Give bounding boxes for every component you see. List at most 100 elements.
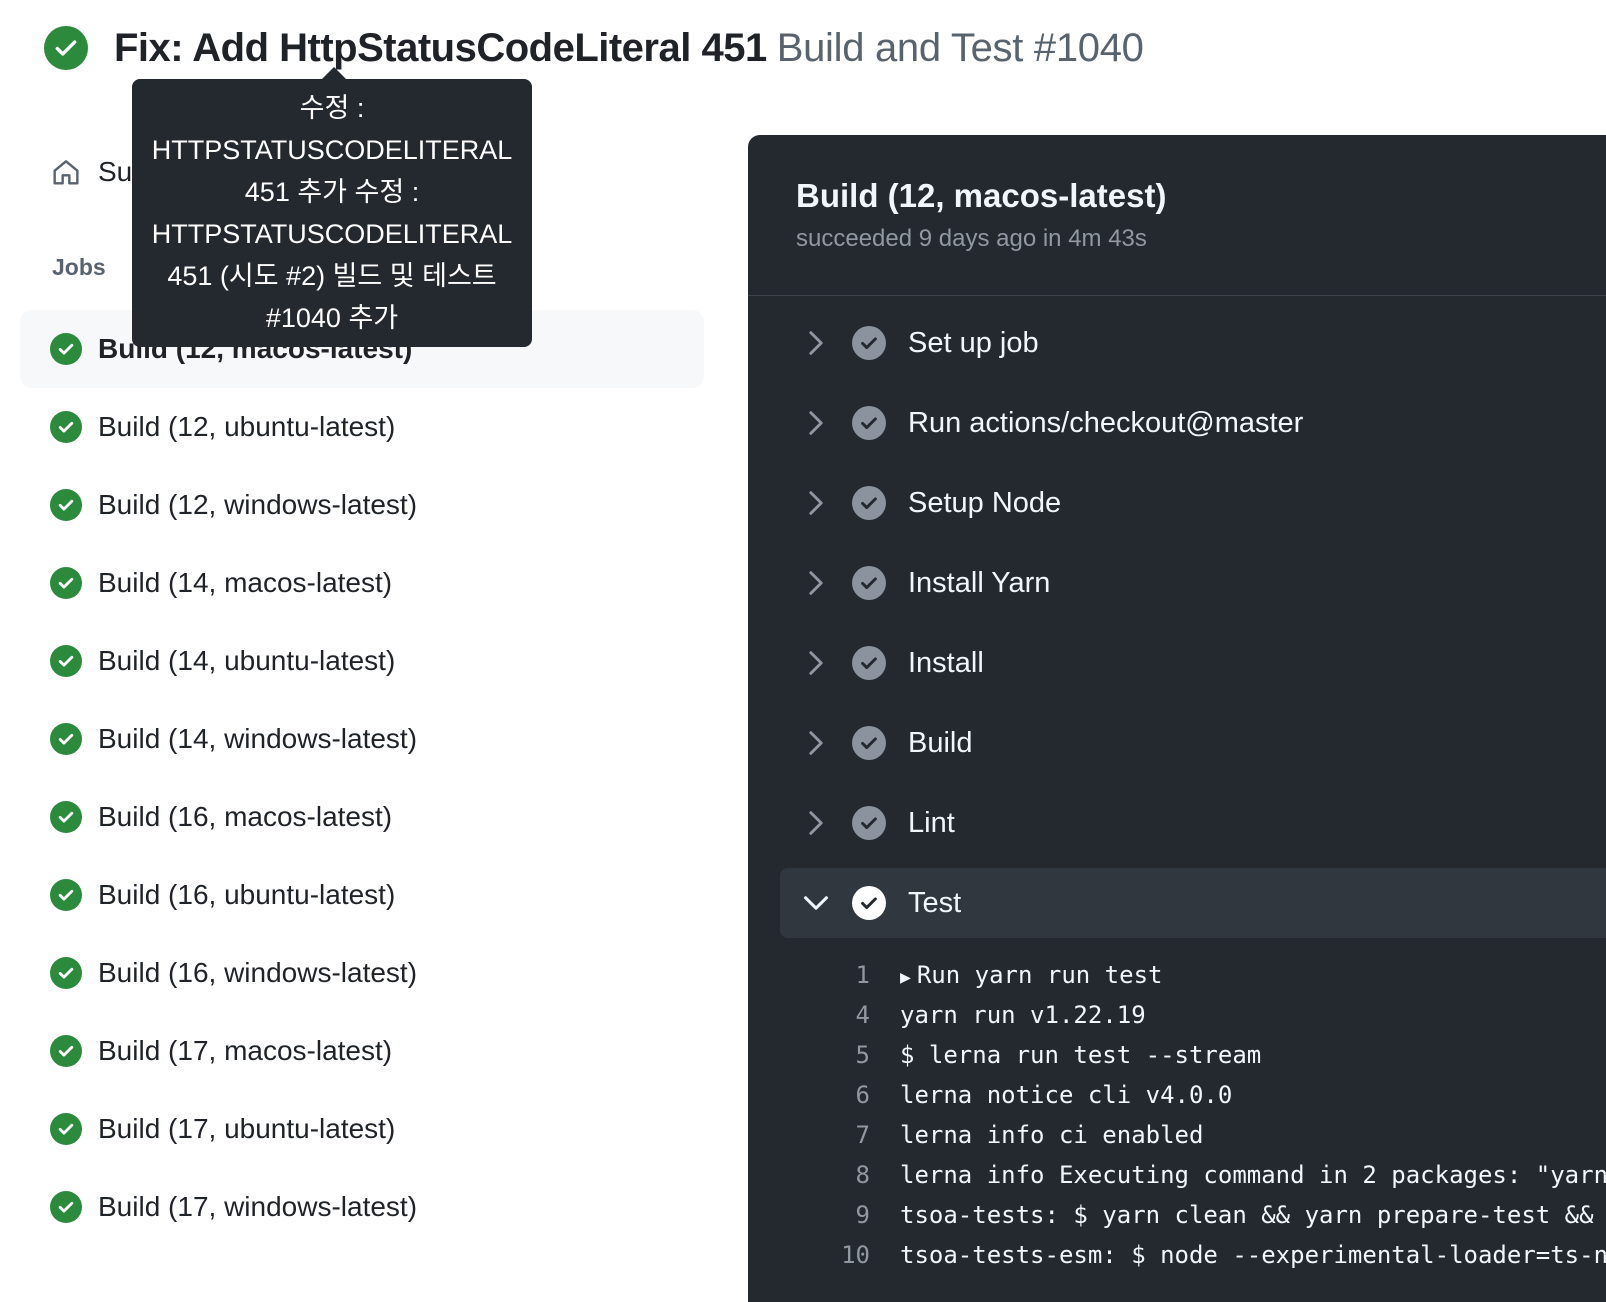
success-check-icon (50, 489, 82, 521)
chevron-down-icon (800, 894, 832, 912)
log-line-number[interactable]: 10 (808, 1241, 870, 1269)
log-line-number[interactable]: 7 (808, 1121, 870, 1149)
log-line: 7 lerna info ci enabled (808, 1115, 1606, 1155)
log-line-number[interactable]: 4 (808, 1001, 870, 1029)
step-list: Set up job Run actions/checkout@master S… (780, 308, 1606, 948)
chevron-right-icon (800, 650, 832, 676)
chevron-right-icon (800, 490, 832, 516)
log-text: lerna info ci enabled (900, 1121, 1204, 1149)
log-line: 6 lerna notice cli v4.0.0 (808, 1075, 1606, 1115)
job-detail-header: Build (12, macos-latest) succeeded 9 day… (748, 135, 1606, 296)
home-icon (53, 160, 79, 185)
job-detail-panel: Build (12, macos-latest) succeeded 9 day… (748, 135, 1606, 1302)
log-line: 10 tsoa-tests-esm: $ node --experimental… (808, 1235, 1606, 1275)
success-check-icon (50, 411, 82, 443)
step-row[interactable]: Run actions/checkout@master (780, 388, 1606, 458)
tooltip-line: HTTPSTATUSCODELITERAL (151, 219, 513, 249)
job-label: Build (14, windows-latest) (98, 723, 418, 754)
log-text: yarn run v1.22.19 (900, 1001, 1146, 1029)
step-success-icon (852, 326, 886, 360)
job-label: Build (12, windows-latest) (98, 489, 418, 520)
tooltip-line: 451 추가 수정 : (244, 177, 420, 207)
step-row[interactable]: Setup Node (780, 468, 1606, 538)
log-line-number[interactable]: 1 (808, 961, 870, 989)
job-label: Build (17, ubuntu-latest) (98, 1113, 396, 1144)
job-title: Build (12, macos-latest) (796, 177, 1167, 214)
success-check-icon (50, 957, 82, 989)
step-row[interactable]: Install (780, 628, 1606, 698)
log-line-number[interactable]: 9 (808, 1201, 870, 1229)
job-status-text: succeeded 9 days ago in 4m 43s (796, 225, 1147, 252)
job-label: Build (14, ubuntu-latest) (98, 645, 396, 676)
success-check-icon (50, 1035, 82, 1067)
log-line: 4 yarn run v1.22.19 (808, 995, 1606, 1035)
tooltip-line: HTTPSTATUSCODELITERAL (151, 135, 513, 165)
job-item[interactable]: Build (17, macos-latest) (20, 1012, 704, 1090)
run-title: Fix: Add HttpStatusCodeLiteral 451 (114, 25, 767, 70)
job-item[interactable]: Build (14, ubuntu-latest) (20, 622, 704, 700)
step-success-icon (852, 726, 886, 760)
step-row[interactable]: Lint (780, 788, 1606, 858)
log-line-number[interactable]: 6 (808, 1081, 870, 1109)
step-label: Run actions/checkout@master (908, 406, 1304, 439)
job-item[interactable]: Build (12, windows-latest) (20, 466, 704, 544)
success-check-icon (50, 723, 82, 755)
tooltip-line: #1040 추가 (265, 303, 399, 333)
tooltip-line: 수정 : (299, 93, 365, 123)
success-check-icon (44, 26, 88, 70)
log-line: 8 lerna info Executing command in 2 pack… (808, 1155, 1606, 1195)
job-item[interactable]: Build (12, ubuntu-latest) (20, 388, 704, 466)
step-label: Test (908, 886, 962, 919)
log-text: tsoa-tests: $ yarn clean && yarn prepare… (900, 1201, 1606, 1229)
job-label: Build (17, macos-latest) (98, 1035, 393, 1066)
chevron-right-icon (800, 810, 832, 836)
job-item[interactable]: Build (16, ubuntu-latest) (20, 856, 704, 934)
run-workflow-subtitle: Build and Test #1040 (776, 25, 1144, 70)
job-item[interactable]: Build (16, macos-latest) (20, 778, 704, 856)
title-tooltip: 수정 : HTTPSTATUSCODELITERAL 451 추가 수정 : H… (132, 67, 532, 347)
jobs-heading: Jobs (52, 254, 106, 280)
success-check-icon (50, 879, 82, 911)
step-label: Install Yarn (908, 566, 1051, 599)
job-item[interactable]: Build (17, ubuntu-latest) (20, 1090, 704, 1168)
job-label: Build (12, ubuntu-latest) (98, 411, 396, 442)
job-label: Build (16, windows-latest) (98, 957, 418, 988)
step-success-icon (852, 566, 886, 600)
log-line: 9 tsoa-tests: $ yarn clean && yarn prepa… (808, 1195, 1606, 1235)
step-label: Set up job (908, 326, 1039, 359)
chevron-right-icon (800, 730, 832, 756)
step-label: Lint (908, 806, 955, 839)
job-label: Build (17, windows-latest) (98, 1191, 418, 1222)
log-line[interactable]: 1 ▶ Run yarn run test (808, 955, 1606, 995)
step-label: Install (908, 646, 984, 679)
log-line-number[interactable]: 5 (808, 1041, 870, 1069)
step-log: 1 ▶ Run yarn run test 4 yarn run v1.22.19… (808, 955, 1606, 1275)
job-label: Build (16, ubuntu-latest) (98, 879, 396, 910)
chevron-right-icon (800, 330, 832, 356)
job-label: Build (16, macos-latest) (98, 801, 393, 832)
step-row-expanded[interactable]: Test (780, 868, 1606, 938)
log-text: $ lerna run test --stream (900, 1041, 1262, 1069)
job-item[interactable]: Build (14, windows-latest) (20, 700, 704, 778)
job-label: Build (14, macos-latest) (98, 567, 393, 598)
log-line-number[interactable]: 8 (808, 1161, 870, 1189)
log-text: lerna notice cli v4.0.0 (900, 1081, 1233, 1109)
job-list: Build (12, macos-latest) Build (12, ubun… (20, 310, 704, 1246)
success-check-icon (50, 1191, 82, 1223)
log-line: 5 $ lerna run test --stream (808, 1035, 1606, 1075)
step-row[interactable]: Build (780, 708, 1606, 778)
step-success-icon (852, 806, 886, 840)
step-success-icon (852, 486, 886, 520)
step-label: Build (908, 726, 973, 759)
success-check-icon (50, 801, 82, 833)
step-label: Setup Node (908, 486, 1062, 519)
step-success-icon (852, 886, 886, 920)
success-check-icon (50, 333, 82, 365)
job-item[interactable]: Build (14, macos-latest) (20, 544, 704, 622)
log-text: lerna info Executing command in 2 packag… (900, 1161, 1606, 1189)
job-item[interactable]: Build (17, windows-latest) (20, 1168, 704, 1246)
expand-triangle-icon[interactable]: ▶ (900, 967, 911, 988)
step-row[interactable]: Set up job (780, 308, 1606, 378)
job-item[interactable]: Build (16, windows-latest) (20, 934, 704, 1012)
step-row[interactable]: Install Yarn (780, 548, 1606, 618)
